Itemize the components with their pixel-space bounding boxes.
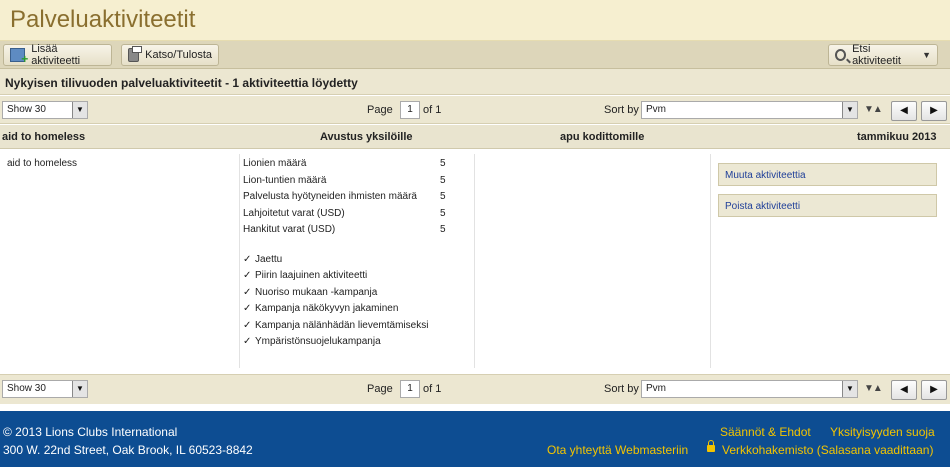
- activity-stats: Lionien määrä 5 Lion-tuntien määrä 5 Pal…: [243, 158, 453, 241]
- flag-label: Kampanja näkökyvyn jakaminen: [255, 303, 399, 315]
- search-activities-button[interactable]: Etsi aktiviteetit ▼: [828, 43, 938, 67]
- next-page-button[interactable]: ▶: [921, 380, 947, 400]
- copyright: © 2013 Lions Clubs International: [3, 425, 178, 439]
- title-bar: Palveluaktiviteetit: [0, 0, 950, 41]
- stat-label: Hankitut varat (USD): [243, 224, 336, 235]
- stat-row: Lionien määrä 5: [243, 158, 453, 175]
- print-label: Katso/Tulosta: [145, 49, 212, 61]
- print-icon: [128, 46, 143, 62]
- column-divider: [474, 154, 475, 368]
- flag-label: Piirin laajuinen aktiviteetti: [255, 270, 368, 282]
- print-button[interactable]: Katso/Tulosta: [121, 44, 219, 66]
- flag-item: ✓ Piirin laajuinen aktiviteetti: [243, 270, 428, 286]
- sort-value: Pvm: [646, 383, 666, 394]
- terms-link[interactable]: Säännöt & Ehdot: [720, 425, 811, 439]
- sort-label: Sort by: [604, 383, 639, 395]
- prev-page-button[interactable]: ◀: [891, 380, 917, 400]
- activity-header-row: aid to homeless Avustus yksilöille apu k…: [0, 125, 950, 149]
- stat-value: 5: [440, 158, 446, 169]
- prev-page-button[interactable]: ◀: [891, 101, 917, 121]
- footer: © 2013 Lions Clubs International 300 W. …: [0, 411, 950, 467]
- chevron-down-icon: ▼: [922, 50, 931, 60]
- stat-label: Lion-tuntien määrä: [243, 174, 327, 186]
- page-size-select[interactable]: Show 30 ▼: [2, 380, 88, 398]
- sort-value: Pvm: [646, 104, 666, 115]
- address: 300 W. 22nd Street, Oak Brook, IL 60523-…: [3, 443, 253, 457]
- add-activity-icon: [10, 48, 28, 66]
- stat-row: Lahjoitetut varat (USD) 5: [243, 208, 453, 225]
- activity-detail: aid to homeless Lionien määrä 5 Lion-tun…: [0, 150, 950, 374]
- stat-value: 5: [440, 174, 446, 186]
- activity-type: Avustus yksilöille: [320, 131, 413, 143]
- page-label: Page: [367, 104, 393, 116]
- directory-link[interactable]: Verkkohakemisto (Salasana vaadittaan): [722, 443, 933, 457]
- check-icon: ✓: [243, 335, 252, 347]
- flag-label: Nuoriso mukaan -kampanja: [255, 286, 378, 298]
- next-page-button[interactable]: ▶: [921, 101, 947, 121]
- page-title: Palveluaktiviteetit: [10, 6, 196, 33]
- column-divider: [239, 154, 240, 368]
- page-size-select[interactable]: Show 30 ▼: [2, 101, 88, 119]
- page-number-input[interactable]: 1: [400, 380, 420, 398]
- stat-label: Palvelusta hyötyneiden ihmisten määrä: [243, 191, 417, 202]
- webmaster-link[interactable]: Ota yhteyttä Webmasteriin: [547, 443, 688, 457]
- activity-date: tammikuu 2013: [857, 131, 937, 143]
- chevron-down-icon: ▼: [842, 381, 857, 397]
- sort-select[interactable]: Pvm ▼: [641, 380, 858, 398]
- chevron-down-icon: ▼: [72, 381, 87, 397]
- add-activity-label: Lisää aktiviteetti: [31, 43, 81, 67]
- check-icon: ✓: [243, 319, 252, 331]
- stat-row: Palvelusta hyötyneiden ihmisten määrä 5: [243, 191, 453, 208]
- privacy-link[interactable]: Yksityisyyden suoja: [830, 425, 935, 439]
- check-icon: ✓: [243, 254, 252, 265]
- flag-item: ✓ Ympäristönsuojelukampanja: [243, 336, 428, 352]
- add-activity-button[interactable]: Lisää aktiviteetti: [3, 43, 112, 67]
- search-activities-label: Etsi aktiviteetit: [852, 43, 901, 67]
- activity-flags: ✓ Jaettu ✓ Piirin laajuinen aktiviteetti ✓…: [243, 254, 428, 352]
- flag-label: Jaettu: [255, 254, 283, 265]
- chevron-down-icon: ▼: [842, 102, 857, 118]
- stat-row: Hankitut varat (USD) 5: [243, 224, 453, 241]
- column-divider: [710, 154, 711, 368]
- toolbar: Lisää aktiviteetti Katso/Tulosta Etsi ak…: [0, 41, 950, 69]
- chevron-down-icon: ▼: [72, 102, 87, 118]
- stat-value: 5: [440, 207, 446, 219]
- flag-item: ✓ Jaettu: [243, 254, 428, 270]
- flag-label: Kampanja nälänhädän lievemtämiseksi: [255, 319, 429, 331]
- page-label: Page: [367, 383, 393, 395]
- activity-name-header: aid to homeless: [2, 131, 86, 143]
- page-size-value: Show 30: [7, 104, 46, 115]
- lock-icon: [707, 440, 715, 452]
- flag-item: ✓ Kampanja näkökyvyn jakaminen: [243, 303, 428, 319]
- page-count: of 1: [423, 104, 442, 116]
- sort-select[interactable]: Pvm ▼: [641, 101, 858, 119]
- search-icon: [835, 49, 847, 61]
- flag-label: Ympäristönsuojelukampanja: [255, 335, 381, 347]
- stat-value: 5: [440, 191, 446, 202]
- stat-value: 5: [440, 224, 446, 235]
- check-icon: ✓: [243, 270, 252, 282]
- sort-direction-icon[interactable]: ▼▲: [864, 104, 883, 115]
- activity-name: aid to homeless: [7, 158, 78, 169]
- check-icon: ✓: [243, 286, 252, 298]
- activity-category: apu kodittomille: [560, 131, 645, 143]
- check-icon: ✓: [243, 303, 252, 315]
- page-count: of 1: [423, 383, 442, 395]
- flag-item: ✓ Nuoriso mukaan -kampanja: [243, 287, 428, 303]
- page-number-input[interactable]: 1: [400, 101, 420, 119]
- sort-direction-icon[interactable]: ▼▲: [864, 383, 883, 394]
- stat-row: Lion-tuntien määrä 5: [243, 175, 453, 192]
- stat-label: Lahjoitetut varat (USD): [243, 207, 345, 219]
- delete-activity-button[interactable]: Poista aktiviteetti: [718, 194, 937, 217]
- flag-item: ✓ Kampanja nälänhädän lievemtämiseksi: [243, 320, 428, 336]
- edit-activity-button[interactable]: Muuta aktiviteettia: [718, 163, 937, 186]
- results-summary: Nykyisen tilivuoden palveluaktiviteetit …: [5, 76, 358, 90]
- pager-bottom: Show 30 ▼ Page 1 of 1 Sort by Pvm ▼ ▼▲ ◀…: [0, 374, 950, 404]
- pager-top: Show 30 ▼ Page 1 of 1 Sort by Pvm ▼ ▼▲ ◀…: [0, 96, 950, 124]
- page-size-value: Show 30: [7, 383, 46, 394]
- results-summary-bar: Nykyisen tilivuoden palveluaktiviteetit …: [0, 69, 950, 95]
- sort-label: Sort by: [604, 104, 639, 116]
- stat-label: Lionien määrä: [243, 158, 307, 169]
